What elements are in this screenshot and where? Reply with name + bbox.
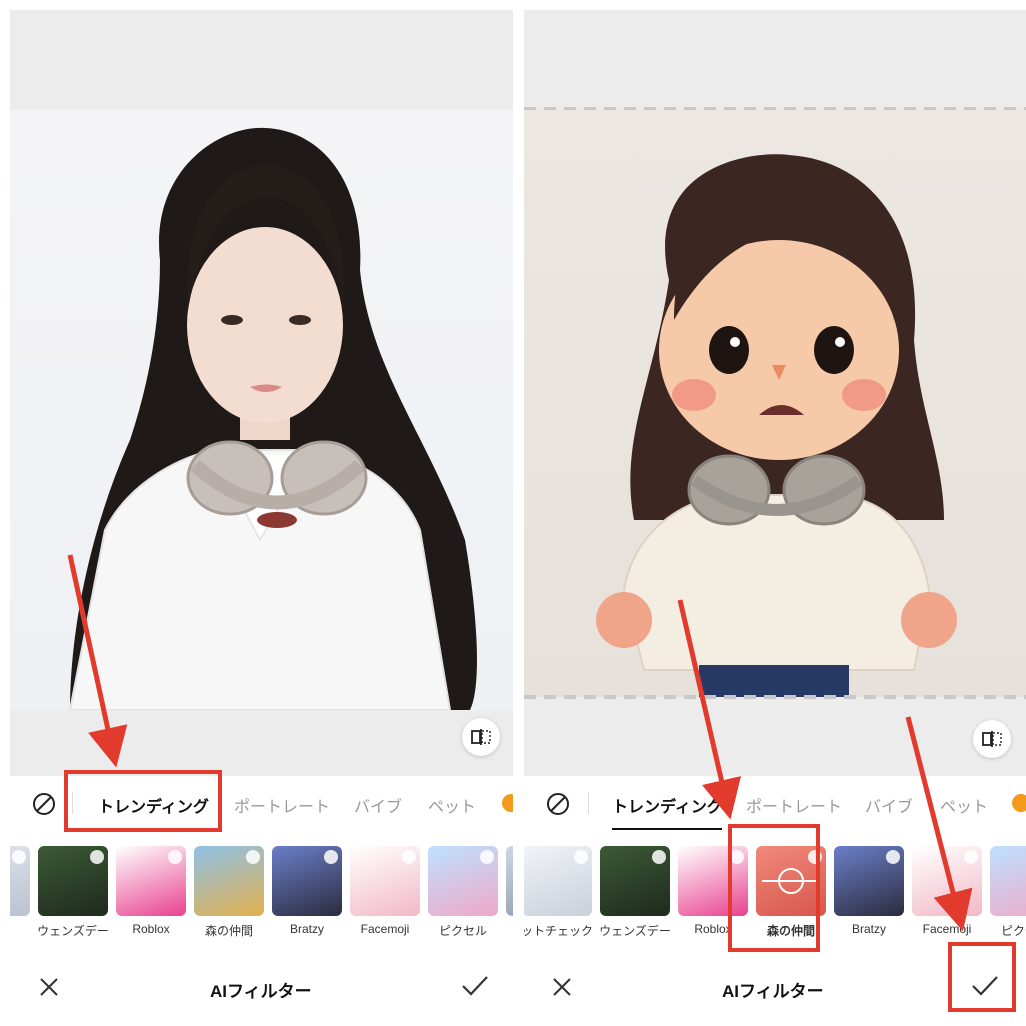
filter-thumbnail[interactable] [272, 846, 342, 916]
filter-label: Facemoji [360, 922, 410, 936]
filtered-photo [524, 110, 1026, 697]
filter-thumbnail[interactable] [38, 846, 108, 916]
premium-gem-icon [480, 850, 494, 864]
filter-label: Roblox [132, 922, 170, 936]
premium-gem-icon [652, 850, 666, 864]
filter-thumbnail[interactable] [350, 846, 420, 916]
no-filter-icon[interactable] [32, 792, 56, 816]
tab-vibe[interactable]: バイブ [354, 793, 402, 817]
compare-button[interactable] [973, 720, 1011, 758]
before-screen: トレンディング ポートレート バイブ ペット ックウェンズデーRoblox森の仲… [10, 0, 513, 1026]
compare-button[interactable] [462, 718, 500, 756]
premium-gem-icon [886, 850, 900, 864]
filter-label: 森の仲間 [204, 924, 253, 938]
filter-label: 3Dポ [502, 922, 513, 939]
portrait-image [68, 127, 477, 711]
filter-label: ウェンズデー [37, 924, 109, 938]
next-category-icon[interactable] [502, 794, 513, 812]
no-filter-icon[interactable] [546, 792, 570, 816]
tab-pet[interactable]: ペット [428, 793, 476, 817]
next-category-icon[interactable] [1012, 794, 1026, 812]
filter-label: ピクセル [438, 924, 487, 938]
photo-canvas [10, 10, 513, 776]
premium-gem-icon [402, 850, 416, 864]
screen-title: AIフィルター [210, 982, 312, 1001]
highlight-confirm-button [948, 942, 1016, 1012]
filter-thumbnail[interactable] [506, 846, 513, 916]
screen-title: AIフィルター [722, 982, 824, 1001]
tab-separator [588, 792, 589, 814]
filter-thumbnail[interactable] [912, 846, 982, 916]
cartoon-image [596, 154, 957, 697]
filter-label: ットチェック [524, 924, 593, 938]
premium-gem-icon [90, 850, 104, 864]
compare-icon [982, 731, 1002, 747]
filter-thumbnail[interactable] [524, 846, 592, 916]
check-icon[interactable] [460, 974, 490, 998]
premium-gem-icon [246, 850, 260, 864]
filter-label: ピクセル [1000, 924, 1026, 938]
filter-label: Bratzy [289, 922, 324, 936]
highlight-trending-tab [64, 770, 222, 832]
filter-thumbnail[interactable] [428, 846, 498, 916]
premium-gem-icon [12, 850, 26, 864]
tab-vibe[interactable]: バイブ [865, 793, 913, 817]
filter-thumbnail[interactable] [990, 846, 1026, 916]
close-icon[interactable] [551, 976, 573, 998]
filter-thumbnail[interactable] [600, 846, 670, 916]
filter-label: ック [10, 922, 34, 939]
filter-thumbnail[interactable] [194, 846, 264, 916]
compare-icon [471, 729, 491, 745]
highlight-selected-filter [728, 824, 820, 952]
filter-label: ウェンズデー [599, 924, 671, 938]
close-icon[interactable] [38, 976, 60, 998]
tab-pet[interactable]: ペット [940, 793, 988, 817]
tab-portrait[interactable]: ポートレート [746, 793, 842, 817]
filter-thumbnail[interactable] [10, 846, 30, 916]
premium-gem-icon [168, 850, 182, 864]
crop-guide-bottom [524, 695, 1026, 699]
photo-canvas [524, 10, 1026, 776]
original-photo [10, 110, 513, 711]
tab-portrait[interactable]: ポートレート [234, 793, 330, 817]
tab-trending[interactable]: トレンディング [612, 793, 723, 817]
filter-label: Facemoji [922, 922, 972, 936]
premium-gem-icon [964, 850, 978, 864]
premium-gem-icon [324, 850, 338, 864]
filter-thumbnail[interactable] [834, 846, 904, 916]
premium-gem-icon [574, 850, 588, 864]
active-tab-indicator [612, 828, 722, 830]
filter-thumbnail[interactable] [116, 846, 186, 916]
filter-label: Bratzy [851, 922, 886, 936]
